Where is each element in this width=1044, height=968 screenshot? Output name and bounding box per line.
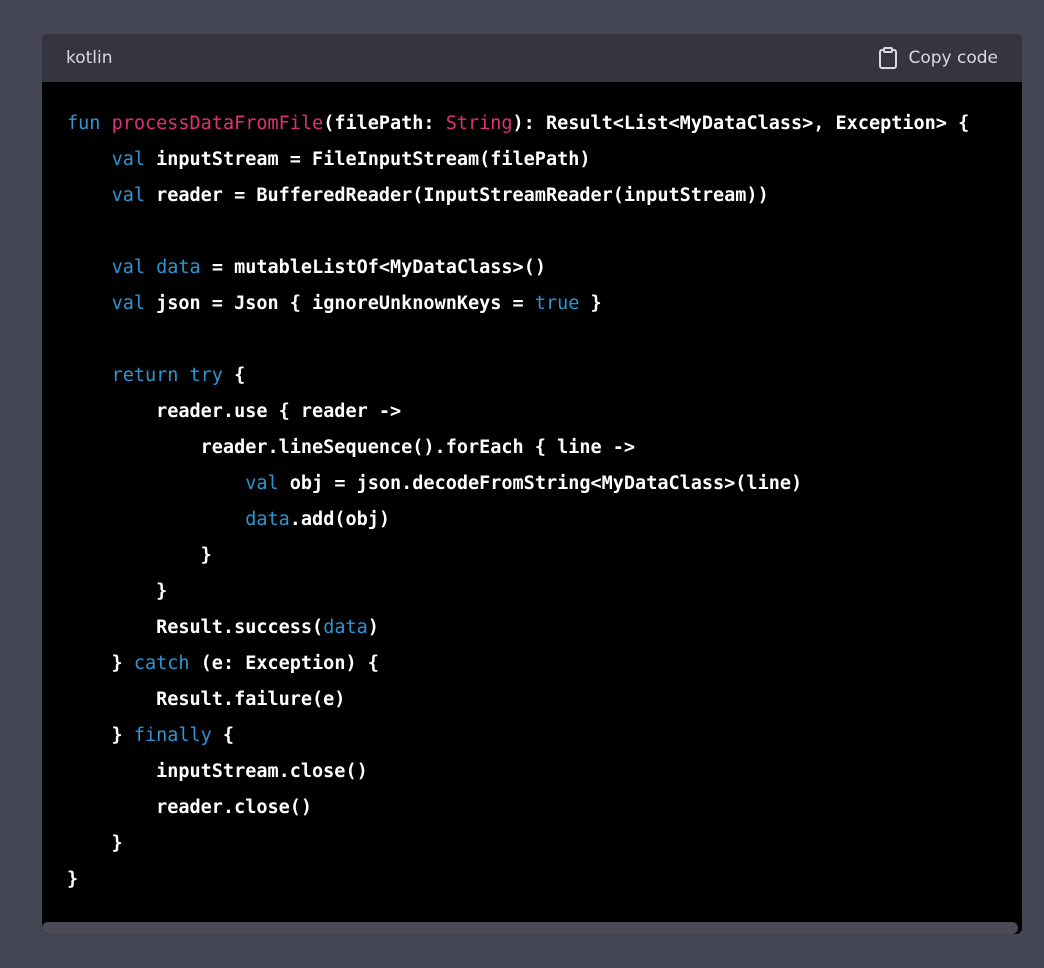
language-label: kotlin xyxy=(66,48,113,68)
code-text: Result.success( xyxy=(67,617,324,638)
code-text: } xyxy=(67,725,134,746)
code-keyword: val xyxy=(111,257,145,278)
code-text: } xyxy=(67,653,134,674)
code-keyword: val xyxy=(245,473,279,494)
code-text: inputStream = FileInputStream(filePath) xyxy=(144,149,591,170)
code-identifier: processDataFromFile xyxy=(111,113,324,134)
code-text: ) xyxy=(367,617,379,638)
code-keyword: finally xyxy=(133,725,212,746)
code-line: val json = Json { ignoreUnknownKeys = tr… xyxy=(67,286,1022,322)
code-text: reader = BufferedReader(InputStreamReade… xyxy=(144,185,769,206)
code-line: reader.close() xyxy=(67,790,1022,826)
horizontal-scrollbar[interactable] xyxy=(42,922,1022,934)
code-header: kotlin Copy code xyxy=(42,34,1022,82)
code-line: } xyxy=(67,862,1022,898)
code-line: val inputStream = FileInputStream(filePa… xyxy=(67,142,1022,178)
code-text: reader.close() xyxy=(67,797,313,818)
code-text: (filePath: xyxy=(323,113,446,134)
code-text: = mutableListOf<MyDataClass>() xyxy=(200,257,546,278)
code-line: Result.failure(e) xyxy=(67,682,1022,718)
code-line: data.add(obj) xyxy=(67,502,1022,538)
code-text: } xyxy=(67,581,168,602)
code-text: } xyxy=(67,545,212,566)
code-text: obj = json.decodeFromString<MyDataClass>… xyxy=(278,473,803,494)
code-identifier: String xyxy=(445,113,513,134)
code-keyword: data xyxy=(156,257,201,278)
copy-code-button[interactable]: Copy code xyxy=(878,47,998,69)
code-line: inputStream.close() xyxy=(67,754,1022,790)
code-text: Result.failure(e) xyxy=(67,689,346,710)
code-line: } xyxy=(67,826,1022,862)
code-text: { xyxy=(222,365,246,386)
code-line: reader.use { reader -> xyxy=(67,394,1022,430)
code-text: inputStream.close() xyxy=(67,761,368,782)
copy-code-label: Copy code xyxy=(908,48,998,68)
code-text: ): Result<List<MyDataClass>, Exception> … xyxy=(512,113,970,134)
code-line: } xyxy=(67,574,1022,610)
code-text: } xyxy=(67,833,123,854)
code-text: } xyxy=(67,869,79,890)
code-keyword: data xyxy=(323,617,368,638)
code-line: } xyxy=(67,538,1022,574)
code-line: } catch (e: Exception) { xyxy=(67,646,1022,682)
code-keyword: fun xyxy=(67,113,101,134)
code-keyword: val xyxy=(111,293,145,314)
code-text: reader.use { reader -> xyxy=(67,401,402,422)
code-keyword: val xyxy=(111,149,145,170)
code-keyword: return xyxy=(111,365,179,386)
code-keyword: try xyxy=(189,365,223,386)
code-block: kotlin Copy code fun processDataFromFile… xyxy=(42,34,1022,934)
code-text: (e: Exception) { xyxy=(189,653,379,674)
code-text: reader.lineSequence().forEach { line -> xyxy=(67,437,636,458)
code-keyword: val xyxy=(111,185,145,206)
code-keyword: data xyxy=(245,509,290,530)
code-text: { xyxy=(211,725,235,746)
code-keyword: true xyxy=(534,293,580,314)
code-keyword: catch xyxy=(133,653,190,674)
clipboard-icon xyxy=(878,47,898,69)
code-line: reader.lineSequence().forEach { line -> xyxy=(67,430,1022,466)
code-line: val data = mutableListOf<MyDataClass>() xyxy=(67,250,1022,286)
code-text: .add(obj) xyxy=(289,509,391,530)
code-line: return try { xyxy=(67,358,1022,394)
code-line: val reader = BufferedReader(InputStreamR… xyxy=(67,178,1022,214)
code-line: } finally { xyxy=(67,718,1022,754)
scrollbar-thumb[interactable] xyxy=(42,922,1018,934)
code-line: Result.success(data) xyxy=(67,610,1022,646)
code-content: fun processDataFromFile(filePath: String… xyxy=(67,106,1022,898)
code-text: } xyxy=(579,293,602,314)
code-line: val obj = json.decodeFromString<MyDataCl… xyxy=(67,466,1022,502)
code-line: fun processDataFromFile(filePath: String… xyxy=(67,106,1022,142)
code-text: json = Json { ignoreUnknownKeys = xyxy=(144,293,535,314)
